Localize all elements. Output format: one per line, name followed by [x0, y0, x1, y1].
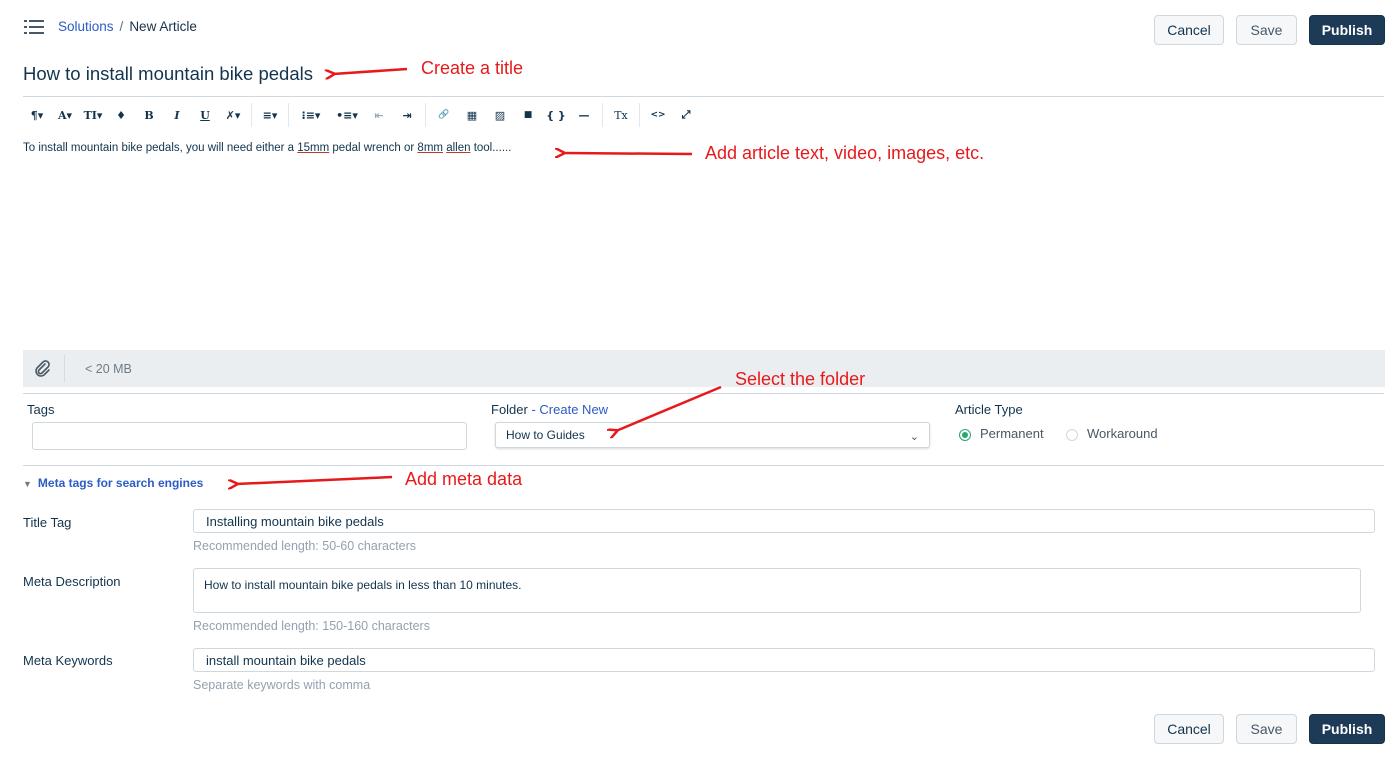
annotation-add-meta: Add meta data — [405, 469, 523, 489]
annotation-select-folder: Select the folder — [735, 369, 866, 389]
annotation-arrow-title — [333, 67, 408, 74]
annotation-arrow-meta — [236, 475, 393, 484]
annotation-arrow-text — [563, 153, 693, 154]
annotation-add-text: Add article text, video, images, etc. — [705, 143, 985, 163]
annotation-arrow-folder — [616, 385, 722, 431]
annotation-arrows — [0, 67, 722, 761]
annotation-create-title: Create a title — [421, 58, 524, 78]
